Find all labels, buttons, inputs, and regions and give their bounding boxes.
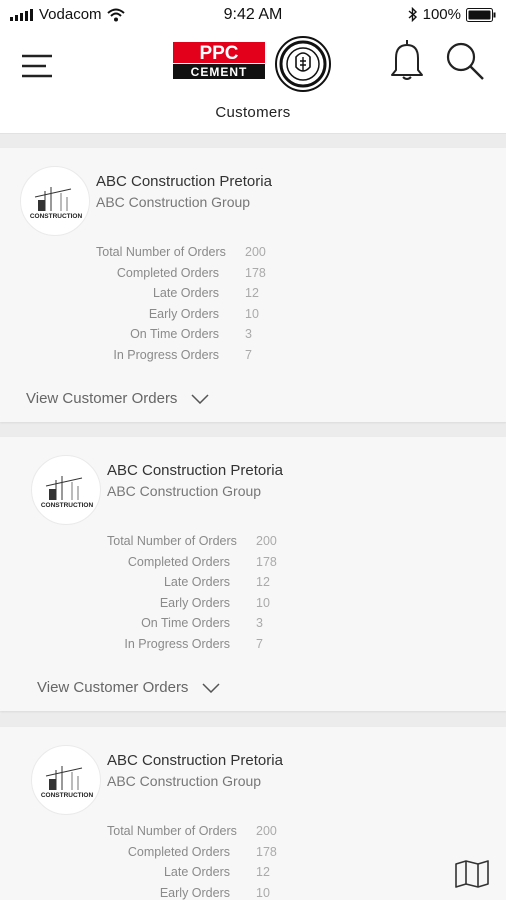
hamburger-menu-icon — [22, 54, 52, 78]
stat-label: Completed Orders — [127, 844, 230, 859]
stat-row-early: Early Orders 10 — [107, 593, 277, 614]
stat-row-total: Total Number of Orders 200 — [107, 821, 277, 842]
ppc-cement-logo: PPC CEMENT — [173, 42, 265, 79]
stat-value: 178 — [245, 265, 266, 280]
search-button[interactable] — [444, 40, 486, 82]
stat-value: 10 — [256, 885, 270, 900]
stat-row-late: Late Orders 12 — [107, 572, 277, 593]
stat-label: Early Orders — [159, 595, 230, 610]
status-bar: Vodacom 9:42 AM 100% — [0, 0, 506, 30]
menu-button[interactable] — [20, 52, 54, 80]
stat-row-total: Total Number of Orders 200 — [107, 531, 277, 552]
view-customer-orders-button[interactable]: View Customer Orders — [26, 390, 209, 407]
stat-row-completed: Completed Orders 178 — [107, 552, 277, 573]
stat-row-completed: Completed Orders 178 — [107, 842, 277, 863]
stat-label: In Progress Orders — [113, 347, 219, 362]
stat-row-early: Early Orders 10 — [96, 304, 266, 325]
stat-value: 3 — [256, 616, 263, 630]
stat-label: On Time Orders — [141, 616, 230, 630]
stat-row-completed: Completed Orders 178 — [96, 263, 266, 284]
stat-value: 200 — [256, 534, 277, 548]
chevron-down-icon — [202, 682, 220, 693]
customer-card: CONSTRUCTION ABC Construction Pretoria A… — [0, 437, 506, 711]
stat-label: In Progress Orders — [124, 636, 230, 651]
construction-logo: CONSTRUCTION — [30, 187, 83, 220]
map-icon — [455, 860, 489, 888]
stat-label: Early Orders — [148, 306, 219, 321]
customer-group: ABC Construction Group — [96, 194, 251, 210]
status-right: 100% — [408, 6, 496, 23]
stat-label: Late Orders — [163, 575, 230, 589]
avatar-text: CONSTRUCTION — [41, 502, 94, 509]
stat-row-on-time: On Time Orders 3 — [96, 324, 266, 345]
stat-value: 200 — [256, 824, 277, 838]
search-icon — [446, 42, 484, 80]
bluetooth-icon — [408, 7, 417, 22]
stat-label: Late Orders — [152, 286, 219, 300]
stat-value: 178 — [256, 844, 277, 859]
construction-logo: CONSTRUCTION — [41, 766, 94, 799]
stat-value: 12 — [245, 286, 259, 300]
stat-label: Early Orders — [159, 885, 230, 900]
view-customer-orders-button[interactable]: View Customer Orders — [37, 679, 220, 696]
customer-name: ABC Construction Pretoria — [107, 752, 283, 769]
stat-value: 3 — [245, 327, 252, 341]
bell-icon — [391, 40, 423, 80]
customer-name: ABC Construction Pretoria — [96, 173, 272, 190]
stat-label: Late Orders — [163, 865, 230, 879]
stat-label: Total Number of Orders — [107, 824, 237, 838]
customer-name: ABC Construction Pretoria — [107, 462, 283, 479]
stat-value: 200 — [245, 245, 266, 259]
stat-value: 12 — [256, 575, 270, 589]
stat-row-on-time: On Time Orders 3 — [107, 613, 277, 634]
chevron-down-icon — [191, 393, 209, 404]
order-stats: Total Number of Orders 200 Completed Orde… — [107, 821, 277, 900]
stat-value: 10 — [256, 595, 270, 610]
stat-value: 178 — [256, 554, 277, 569]
customer-avatar: CONSTRUCTION — [20, 166, 90, 236]
stat-value: 7 — [256, 636, 263, 651]
customer-avatar: CONSTRUCTION — [31, 455, 101, 525]
stat-label: On Time Orders — [130, 327, 219, 341]
map-view-button[interactable] — [455, 860, 489, 888]
battery-percent: 100% — [422, 6, 461, 23]
company-crest-logo — [275, 36, 331, 92]
stat-row-in-progress: In Progress Orders 7 — [107, 634, 277, 655]
stat-label: Total Number of Orders — [107, 534, 237, 548]
avatar-text: CONSTRUCTION — [41, 792, 94, 799]
customer-group: ABC Construction Group — [107, 773, 262, 789]
order-stats: Total Number of Orders 200 Completed Orde… — [107, 531, 277, 654]
customer-avatar: CONSTRUCTION — [31, 745, 101, 815]
stat-row-late: Late Orders 12 — [96, 283, 266, 304]
view-orders-label: View Customer Orders — [26, 390, 178, 407]
page-title: Customers — [215, 104, 291, 121]
battery-icon — [466, 7, 496, 22]
stat-value: 10 — [245, 306, 259, 321]
customer-group: ABC Construction Group — [107, 483, 262, 499]
stat-row-in-progress: In Progress Orders 7 — [96, 345, 266, 366]
logo-cement-text: CEMENT — [191, 65, 248, 79]
view-orders-label: View Customer Orders — [37, 679, 189, 696]
avatar-text: CONSTRUCTION — [30, 213, 83, 220]
order-stats: Total Number of Orders 200 Completed Orde… — [96, 242, 266, 365]
notifications-button[interactable] — [388, 38, 426, 82]
stat-row-late: Late Orders 12 — [107, 862, 277, 883]
stat-label: Total Number of Orders — [96, 245, 226, 259]
stat-label: Completed Orders — [127, 554, 230, 569]
stat-label: Completed Orders — [116, 265, 219, 280]
construction-logo: CONSTRUCTION — [41, 476, 94, 509]
logo-ppc-text: PPC — [199, 43, 238, 64]
customer-card: CONSTRUCTION ABC Construction Pretoria A… — [0, 148, 506, 422]
customer-card: CONSTRUCTION ABC Construction Pretoria A… — [0, 727, 506, 900]
stat-row-early: Early Orders 10 — [107, 883, 277, 900]
app-header: PPC CEMENT Customers — [0, 30, 506, 134]
stat-row-total: Total Number of Orders 200 — [96, 242, 266, 263]
stat-value: 12 — [256, 865, 270, 879]
stat-value: 7 — [245, 347, 252, 362]
